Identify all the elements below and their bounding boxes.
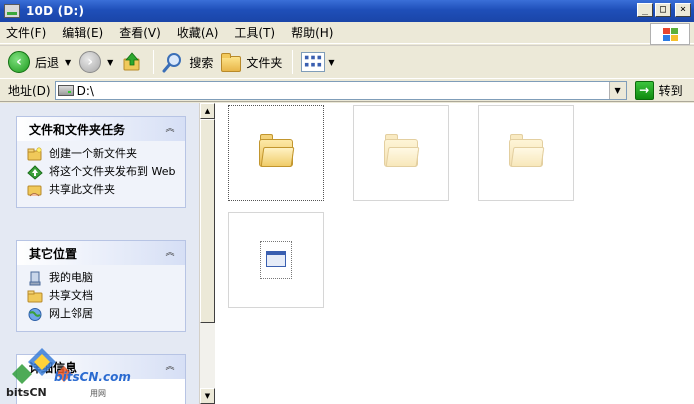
forward-arrow-icon: › bbox=[79, 51, 102, 73]
hidden-folder-icon bbox=[509, 134, 545, 167]
place-network[interactable]: 网上邻居 bbox=[27, 307, 185, 322]
scroll-thumb[interactable] bbox=[200, 119, 215, 323]
place-label: 网上邻居 bbox=[49, 307, 93, 320]
network-globe-icon bbox=[28, 308, 42, 321]
forward-button[interactable]: › ▼ bbox=[79, 51, 113, 73]
panel-header[interactable]: 其它位置 ︽ bbox=[17, 241, 185, 265]
place-label: 共享文档 bbox=[49, 289, 93, 302]
back-dropdown-icon[interactable]: ▼ bbox=[65, 58, 71, 67]
task-publish-web[interactable]: 将这个文件夹发布到 Web bbox=[27, 165, 185, 180]
folders-button[interactable]: 文件夹 bbox=[221, 52, 283, 72]
minimize-button[interactable]: _ bbox=[637, 3, 653, 17]
maximize-button[interactable]: □ bbox=[655, 3, 671, 17]
address-bar: 地址(D) D:\ ▼ → 转到 bbox=[0, 80, 694, 102]
hidden-folder-icon bbox=[384, 134, 420, 167]
address-input[interactable]: D:\ ▼ bbox=[54, 81, 627, 100]
search-icon bbox=[162, 53, 182, 73]
task-new-folder[interactable]: 创建一个新文件夹 bbox=[27, 147, 185, 162]
menu-bar: 文件(F) 编辑(E) 查看(V) 收藏(A) 工具(T) 帮助(H) bbox=[0, 22, 694, 45]
watermark-suffix: 用网 bbox=[90, 389, 106, 398]
task-share-folder[interactable]: 共享此文件夹 bbox=[27, 183, 185, 198]
window-controls: _ □ × bbox=[637, 3, 691, 17]
new-folder-icon bbox=[27, 147, 42, 161]
go-button[interactable]: → 转到 bbox=[634, 81, 683, 100]
folders-label: 文件夹 bbox=[246, 55, 283, 70]
scroll-up-icon[interactable]: ▲ bbox=[200, 103, 215, 119]
title-bar[interactable]: 10D (D:) _ □ × bbox=[0, 0, 694, 22]
menu-tools[interactable]: 工具(T) bbox=[234, 24, 275, 41]
window-title: 10D (D:) bbox=[26, 4, 85, 18]
views-grid-icon bbox=[301, 52, 326, 72]
menu-view[interactable]: 查看(V) bbox=[119, 24, 161, 41]
folder-icon bbox=[259, 134, 295, 167]
up-button[interactable] bbox=[121, 51, 143, 73]
toolbar-separator bbox=[153, 50, 155, 74]
chevron-up-icon[interactable]: ︽ bbox=[163, 122, 177, 136]
folder-item[interactable] bbox=[228, 105, 324, 201]
menu-edit[interactable]: 编辑(E) bbox=[62, 24, 103, 41]
windows-logo-icon bbox=[650, 23, 690, 45]
task-label: 共享此文件夹 bbox=[49, 183, 115, 196]
folder-icon bbox=[221, 52, 242, 72]
drive-icon bbox=[4, 4, 20, 18]
computer-icon bbox=[29, 271, 41, 286]
back-button[interactable]: ‹ 后退 ▼ bbox=[8, 51, 71, 73]
place-label: 我的电脑 bbox=[49, 271, 93, 284]
toolbar: ‹ 后退 ▼ › ▼ 搜索 文件夹 ▼ bbox=[0, 45, 694, 79]
panel-title: 其它位置 bbox=[29, 246, 78, 261]
go-arrow-icon: → bbox=[634, 81, 654, 100]
file-item[interactable] bbox=[228, 212, 324, 308]
back-label: 后退 bbox=[35, 55, 60, 70]
toolbar-separator bbox=[292, 50, 294, 74]
close-button[interactable]: × bbox=[675, 3, 691, 17]
scroll-down-icon[interactable]: ▼ bbox=[200, 388, 215, 404]
watermark-brand: bitsCN.com bbox=[54, 370, 131, 384]
file-folder-tasks-panel: 文件和文件夹任务 ︽ 创建一个新文件夹 将这个文件夹发布到 Web 共享此文件夹 bbox=[16, 116, 186, 208]
go-label: 转到 bbox=[658, 84, 683, 98]
task-label: 将这个文件夹发布到 Web bbox=[49, 165, 176, 178]
watermark-site: bitsCN bbox=[6, 386, 47, 399]
chevron-up-icon[interactable]: ︽ bbox=[163, 246, 177, 260]
publish-web-icon bbox=[27, 165, 43, 180]
panel-title: 文件和文件夹任务 bbox=[29, 122, 126, 137]
file-view[interactable] bbox=[215, 103, 694, 404]
back-arrow-icon: ‹ bbox=[8, 51, 30, 73]
watermark-logo: bitsCN.com bitsCN 用网 bbox=[4, 348, 131, 402]
folder-icon bbox=[27, 290, 43, 303]
menu-favorites[interactable]: 收藏(A) bbox=[177, 24, 219, 41]
folder-item[interactable] bbox=[478, 105, 574, 201]
search-label: 搜索 bbox=[189, 55, 214, 70]
address-value: D:\ bbox=[76, 83, 94, 98]
folder-up-icon bbox=[123, 52, 140, 71]
task-label: 创建一个新文件夹 bbox=[49, 147, 137, 160]
views-button[interactable]: ▼ bbox=[301, 52, 335, 72]
search-button[interactable]: 搜索 bbox=[162, 51, 213, 73]
place-my-computer[interactable]: 我的电脑 bbox=[27, 271, 185, 286]
menu-help[interactable]: 帮助(H) bbox=[291, 24, 333, 41]
other-places-panel: 其它位置 ︽ 我的电脑 共享文档 网上邻居 bbox=[16, 240, 186, 332]
drive-icon bbox=[57, 85, 74, 96]
place-shared-docs[interactable]: 共享文档 bbox=[27, 289, 185, 304]
system-file-icon bbox=[260, 241, 292, 279]
task-pane-scrollbar[interactable]: ▲ ▼ bbox=[199, 103, 215, 404]
share-folder-icon bbox=[27, 185, 42, 197]
chevron-up-icon[interactable]: ︽ bbox=[163, 360, 177, 374]
panel-header[interactable]: 文件和文件夹任务 ︽ bbox=[17, 117, 185, 141]
views-dropdown-icon[interactable]: ▼ bbox=[328, 58, 334, 67]
menu-file[interactable]: 文件(F) bbox=[6, 24, 46, 41]
address-label: 地址(D) bbox=[8, 84, 51, 98]
folder-item[interactable] bbox=[353, 105, 449, 201]
forward-dropdown-icon[interactable]: ▼ bbox=[107, 58, 113, 67]
address-dropdown-icon[interactable]: ▼ bbox=[608, 82, 626, 99]
